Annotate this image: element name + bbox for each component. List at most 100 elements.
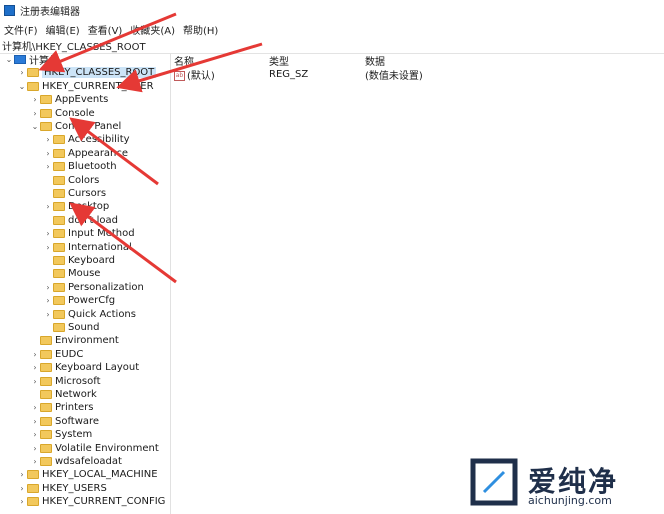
chevron-down-icon[interactable]: ⌄ <box>30 120 40 133</box>
tree-item-label: Cursors <box>68 188 107 199</box>
tree-item[interactable]: › wdsafeloadat <box>30 455 122 468</box>
chevron-right-icon[interactable]: › <box>43 308 53 321</box>
menu-help[interactable]: 帮助(H) <box>179 22 222 37</box>
chevron-right-icon[interactable]: › <box>43 160 53 173</box>
tree-item-label: Console <box>55 107 95 119</box>
chevron-down-icon[interactable]: ⌄ <box>17 80 27 93</box>
tree-item[interactable]: › Console <box>30 107 95 120</box>
folder-icon <box>53 296 65 306</box>
chevron-right-icon[interactable]: › <box>17 495 27 508</box>
folder-icon <box>40 376 52 386</box>
string-value-icon: ab <box>174 70 185 81</box>
tree-item-label: International <box>68 241 132 253</box>
chevron-right-icon[interactable]: › <box>30 361 40 374</box>
tree-item-label: AppEvents <box>55 94 109 106</box>
column-header-data[interactable]: 数据 <box>365 53 385 68</box>
tree-item[interactable]: › Printers <box>30 401 93 414</box>
chevron-right-icon[interactable]: › <box>30 401 40 414</box>
tree-item[interactable]: Cursors <box>43 187 106 200</box>
tree-item[interactable]: ⌄ HKEY_CURRENT_USER <box>17 80 154 93</box>
tree-item[interactable]: › Desktop <box>43 200 109 213</box>
chevron-right-icon[interactable]: › <box>30 442 40 455</box>
folder-icon <box>27 497 39 507</box>
column-header-name[interactable]: 名称 <box>174 53 194 68</box>
tree-item[interactable]: Colors <box>43 174 99 187</box>
tree-item[interactable]: › HKEY_LOCAL_MACHINE <box>17 468 157 481</box>
chevron-right-icon[interactable]: › <box>30 428 40 441</box>
tree-item[interactable]: › EUDC <box>30 348 83 361</box>
chevron-right-icon[interactable]: › <box>30 375 40 388</box>
tree-item[interactable]: › Accessibility <box>43 133 130 146</box>
tree-item[interactable]: › HKEY_CURRENT_CONFIG <box>17 495 165 508</box>
folder-icon <box>40 363 52 373</box>
pane-splitter[interactable] <box>170 53 171 514</box>
tree-item[interactable]: › HKEY_USERS <box>17 482 106 495</box>
tree-item-label: HKEY_CURRENT_USER <box>42 80 154 92</box>
chevron-right-icon[interactable]: › <box>43 241 53 254</box>
tree-item[interactable]: Keyboard <box>43 254 115 267</box>
folder-icon <box>53 148 65 158</box>
chevron-right-icon[interactable]: › <box>30 107 40 120</box>
tree-item[interactable]: › Keyboard Layout <box>30 361 139 374</box>
registry-tree[interactable]: ⌄ 计算机 › HKEY_CLASSES_ROOT ⌄ HKEY_CURRENT_USER… <box>0 53 170 514</box>
tree-item-label: Accessibility <box>68 134 130 146</box>
tree-item[interactable]: › HKEY_CLASSES_ROOT <box>17 66 157 79</box>
tree-item[interactable]: › System <box>30 428 92 441</box>
folder-icon <box>40 336 52 346</box>
folder-icon <box>40 430 52 440</box>
folder-icon <box>53 175 65 185</box>
value-name-cell[interactable]: ab (默认) <box>174 67 215 82</box>
chevron-right-icon[interactable]: › <box>30 455 40 468</box>
column-header-type[interactable]: 类型 <box>269 53 289 68</box>
tree-item[interactable]: Sound <box>43 321 100 334</box>
folder-icon <box>53 323 65 332</box>
tree-item[interactable]: › Bluetooth <box>43 160 116 173</box>
tree-item[interactable]: › PowerCfg <box>43 294 115 307</box>
folder-icon <box>40 443 52 453</box>
tree-item[interactable]: Network <box>30 388 97 401</box>
chevron-right-icon[interactable]: › <box>43 294 53 307</box>
tree-item-label: Quick Actions <box>68 308 136 320</box>
menu-favorites[interactable]: 收藏夹(A) <box>126 22 179 37</box>
folder-icon <box>40 349 52 359</box>
tree-item[interactable]: › Quick Actions <box>43 308 136 321</box>
chevron-right-icon[interactable]: › <box>43 133 53 146</box>
tree-item[interactable]: › AppEvents <box>30 93 108 106</box>
menu-view[interactable]: 查看(V) <box>84 22 127 37</box>
chevron-right-icon[interactable]: › <box>30 348 40 361</box>
menu-edit[interactable]: 编辑(E) <box>42 22 84 37</box>
tree-item[interactable]: ⌄ 计算机 <box>4 53 59 67</box>
folder-icon <box>40 108 52 118</box>
menu-file[interactable]: 文件(F) <box>0 22 42 37</box>
tree-item[interactable]: ⌄ Control Panel <box>30 120 122 133</box>
watermark-logo-icon <box>470 458 518 506</box>
tree-item[interactable]: › Personalization <box>43 281 143 294</box>
chevron-right-icon[interactable]: › <box>17 66 27 79</box>
chevron-right-icon[interactable]: › <box>30 93 40 106</box>
folder-icon <box>53 215 65 225</box>
chevron-right-icon[interactable]: › <box>43 227 53 240</box>
tree-item[interactable]: › International <box>43 241 132 254</box>
tree-item[interactable]: › Appearance <box>43 147 128 160</box>
chevron-right-icon[interactable]: › <box>43 281 53 294</box>
tree-item[interactable]: Mouse <box>43 267 100 280</box>
chevron-right-icon[interactable]: › <box>17 468 27 481</box>
tree-item[interactable]: › Microsoft <box>30 375 100 388</box>
tree-item[interactable]: › Software <box>30 415 99 428</box>
folder-icon <box>53 269 65 279</box>
address-bar[interactable]: 计算机\HKEY_CLASSES_ROOT <box>0 38 664 54</box>
tree-item-label: System <box>55 429 93 441</box>
folder-icon <box>27 470 39 480</box>
tree-item[interactable]: Environment <box>30 334 119 347</box>
chevron-right-icon[interactable]: › <box>43 200 53 213</box>
chevron-right-icon[interactable]: › <box>30 415 40 428</box>
values-list-row[interactable]: ab (默认) REG_SZ (数值未设置) <box>171 67 664 82</box>
chevron-right-icon[interactable]: › <box>17 482 27 495</box>
tree-item[interactable]: don't load <box>43 214 118 227</box>
chevron-right-icon[interactable]: › <box>43 147 53 160</box>
chevron-down-icon[interactable]: ⌄ <box>4 53 14 66</box>
address-path[interactable]: 计算机\HKEY_CLASSES_ROOT <box>0 38 146 53</box>
tree-item[interactable]: › Volatile Environment <box>30 442 158 455</box>
tree-item[interactable]: › Input Method <box>43 227 134 240</box>
